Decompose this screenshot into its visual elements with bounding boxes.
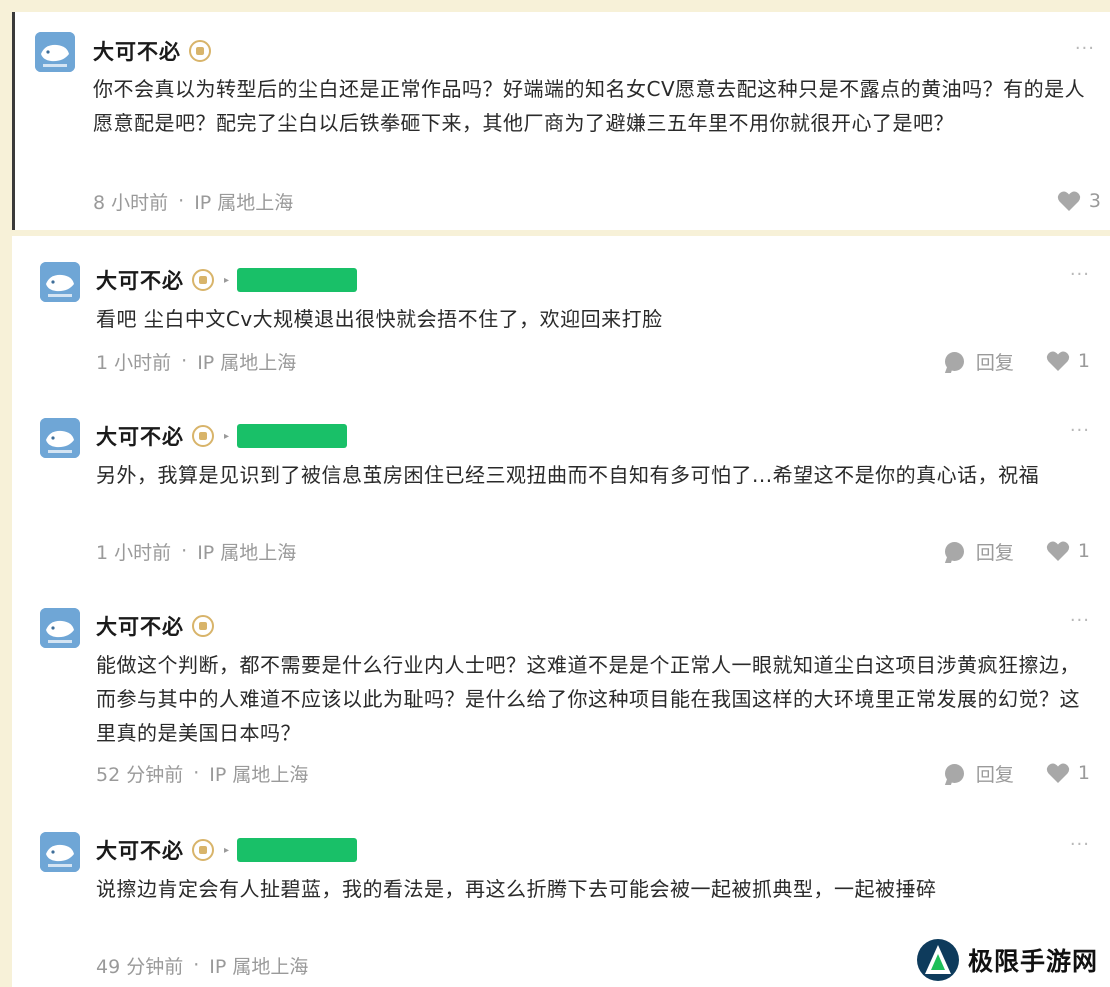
reply-button[interactable]: 回复: [944, 538, 1014, 565]
reply-label: 回复: [975, 351, 1014, 374]
site-logo-icon: [917, 939, 959, 981]
more-dots-icon[interactable]: ···: [1070, 834, 1090, 855]
ip-location: IP 属地上海: [209, 955, 309, 978]
reply-label: 回复: [975, 763, 1014, 786]
username[interactable]: 大可不必: [96, 265, 184, 295]
comment-time: 8 小时前: [93, 191, 169, 214]
top-comment-card: 大可不必 ··· 你不会真以为转型后的尘白还是正常作品吗？好端端的知名女CV愿意…: [12, 12, 1110, 230]
like-count: 3: [1088, 190, 1101, 212]
comment-text: 你不会真以为转型后的尘白还是正常作品吗？好端端的知名女CV愿意去配这种只是不露点…: [93, 77, 1086, 135]
heart-icon: [1046, 763, 1070, 783]
meta-separator: ·: [178, 190, 185, 212]
more-dots-icon[interactable]: ···: [1070, 610, 1090, 631]
comment-text: 能做这个判断，都不需要是什么行业内人士吧？这难道不是是个正常人一眼就知道尘白这项…: [96, 653, 1080, 745]
comment-actions: 3: [1057, 186, 1101, 216]
heart-icon: [1046, 541, 1070, 561]
user-avatar[interactable]: [40, 418, 80, 458]
comment-actions: 回复 1: [944, 758, 1090, 788]
user-avatar[interactable]: [35, 32, 75, 72]
comment-meta: 49 分钟前 · IP 属地上海: [96, 950, 308, 980]
ip-location: IP 属地上海: [197, 541, 297, 564]
reply-button[interactable]: 回复: [944, 348, 1014, 375]
like-button[interactable]: 1: [1046, 540, 1090, 562]
comment-header: 大可不必 ▸: [96, 263, 358, 297]
meta-separator: ·: [193, 954, 200, 976]
more-dots-icon[interactable]: ···: [1070, 420, 1090, 441]
comment-time: 1 小时前: [96, 541, 172, 564]
user-avatar[interactable]: [40, 832, 80, 872]
ip-location: IP 属地上海: [209, 763, 309, 786]
whale-avatar-icon: [35, 32, 75, 72]
reply-to-arrow-icon: ▸: [224, 844, 230, 856]
meta-separator: ·: [181, 350, 188, 372]
whale-avatar-icon: [40, 262, 80, 302]
comment-time: 49 分钟前: [96, 955, 184, 978]
username[interactable]: 大可不必: [96, 611, 184, 641]
comment-header: 大可不必: [96, 609, 214, 643]
like-count: 1: [1077, 762, 1090, 784]
ip-location: IP 属地上海: [194, 191, 294, 214]
comment-text: 另外，我算是见识到了被信息茧房困住已经三观扭曲而不自知有多可怕了...希望这不是…: [96, 463, 1040, 487]
username[interactable]: 大可不必: [93, 36, 181, 66]
comment-actions: 回复 1: [944, 346, 1090, 376]
comment-meta: 1 小时前 · IP 属地上海: [96, 536, 296, 566]
comment-header: 大可不必: [93, 34, 211, 68]
site-watermark: 极限手游网: [910, 934, 1100, 986]
whale-avatar-icon: [40, 608, 80, 648]
redacted-username: [237, 838, 358, 862]
like-count: 1: [1077, 540, 1090, 562]
level-badge-icon: [192, 615, 214, 637]
meta-separator: ·: [181, 540, 188, 562]
level-badge-icon: [192, 269, 214, 291]
whale-avatar-icon: [40, 832, 80, 872]
reply-to-arrow-icon: ▸: [224, 430, 230, 442]
like-button[interactable]: 3: [1057, 190, 1101, 212]
reply-label: 回复: [975, 541, 1014, 564]
like-button[interactable]: 1: [1046, 762, 1090, 784]
site-watermark-text: 极限手游网: [968, 947, 1099, 976]
meta-separator: ·: [193, 762, 200, 784]
comment-header: 大可不必 ▸: [96, 833, 358, 867]
reply-button[interactable]: 回复: [944, 760, 1014, 787]
speech-bubble-icon: [944, 351, 964, 371]
level-badge-icon: [192, 839, 214, 861]
level-badge-icon: [189, 40, 211, 62]
username[interactable]: 大可不必: [96, 835, 184, 865]
whale-avatar-icon: [40, 418, 80, 458]
comment-text: 说擦边肯定会有人扯碧蓝，我的看法是，再这么折腾下去可能会被一起被抓典型，一起被捶…: [96, 877, 937, 901]
more-dots-icon[interactable]: ···: [1070, 264, 1090, 285]
redacted-username: [237, 424, 348, 448]
like-button[interactable]: 1: [1046, 350, 1090, 372]
comment-time: 52 分钟前: [96, 763, 184, 786]
reply-to-arrow-icon: ▸: [224, 274, 230, 286]
redacted-username: [237, 268, 358, 292]
speech-bubble-icon: [944, 541, 964, 561]
comment-meta: 52 分钟前 · IP 属地上海: [96, 758, 308, 788]
comment-time: 1 小时前: [96, 351, 172, 374]
username[interactable]: 大可不必: [96, 421, 184, 451]
more-dots-icon[interactable]: ···: [1075, 38, 1095, 59]
reply-list: 大可不必 ▸ ··· 看吧 尘白中文Cv大规模退出很快就会捂不住了，欢迎回来打脸…: [12, 236, 1110, 987]
like-count: 1: [1077, 350, 1090, 372]
heart-icon: [1046, 351, 1070, 371]
comment-header: 大可不必 ▸: [96, 419, 348, 453]
comment-text: 看吧 尘白中文Cv大规模退出很快就会捂不住了，欢迎回来打脸: [96, 307, 663, 331]
user-avatar[interactable]: [40, 608, 80, 648]
ip-location: IP 属地上海: [197, 351, 297, 374]
heart-icon: [1057, 191, 1081, 211]
user-avatar[interactable]: [40, 262, 80, 302]
comment-actions: 回复 1: [944, 536, 1090, 566]
level-badge-icon: [192, 425, 214, 447]
comment-meta: 1 小时前 · IP 属地上海: [96, 346, 296, 376]
speech-bubble-icon: [944, 763, 964, 783]
comment-meta: 8 小时前 · IP 属地上海: [93, 186, 293, 216]
